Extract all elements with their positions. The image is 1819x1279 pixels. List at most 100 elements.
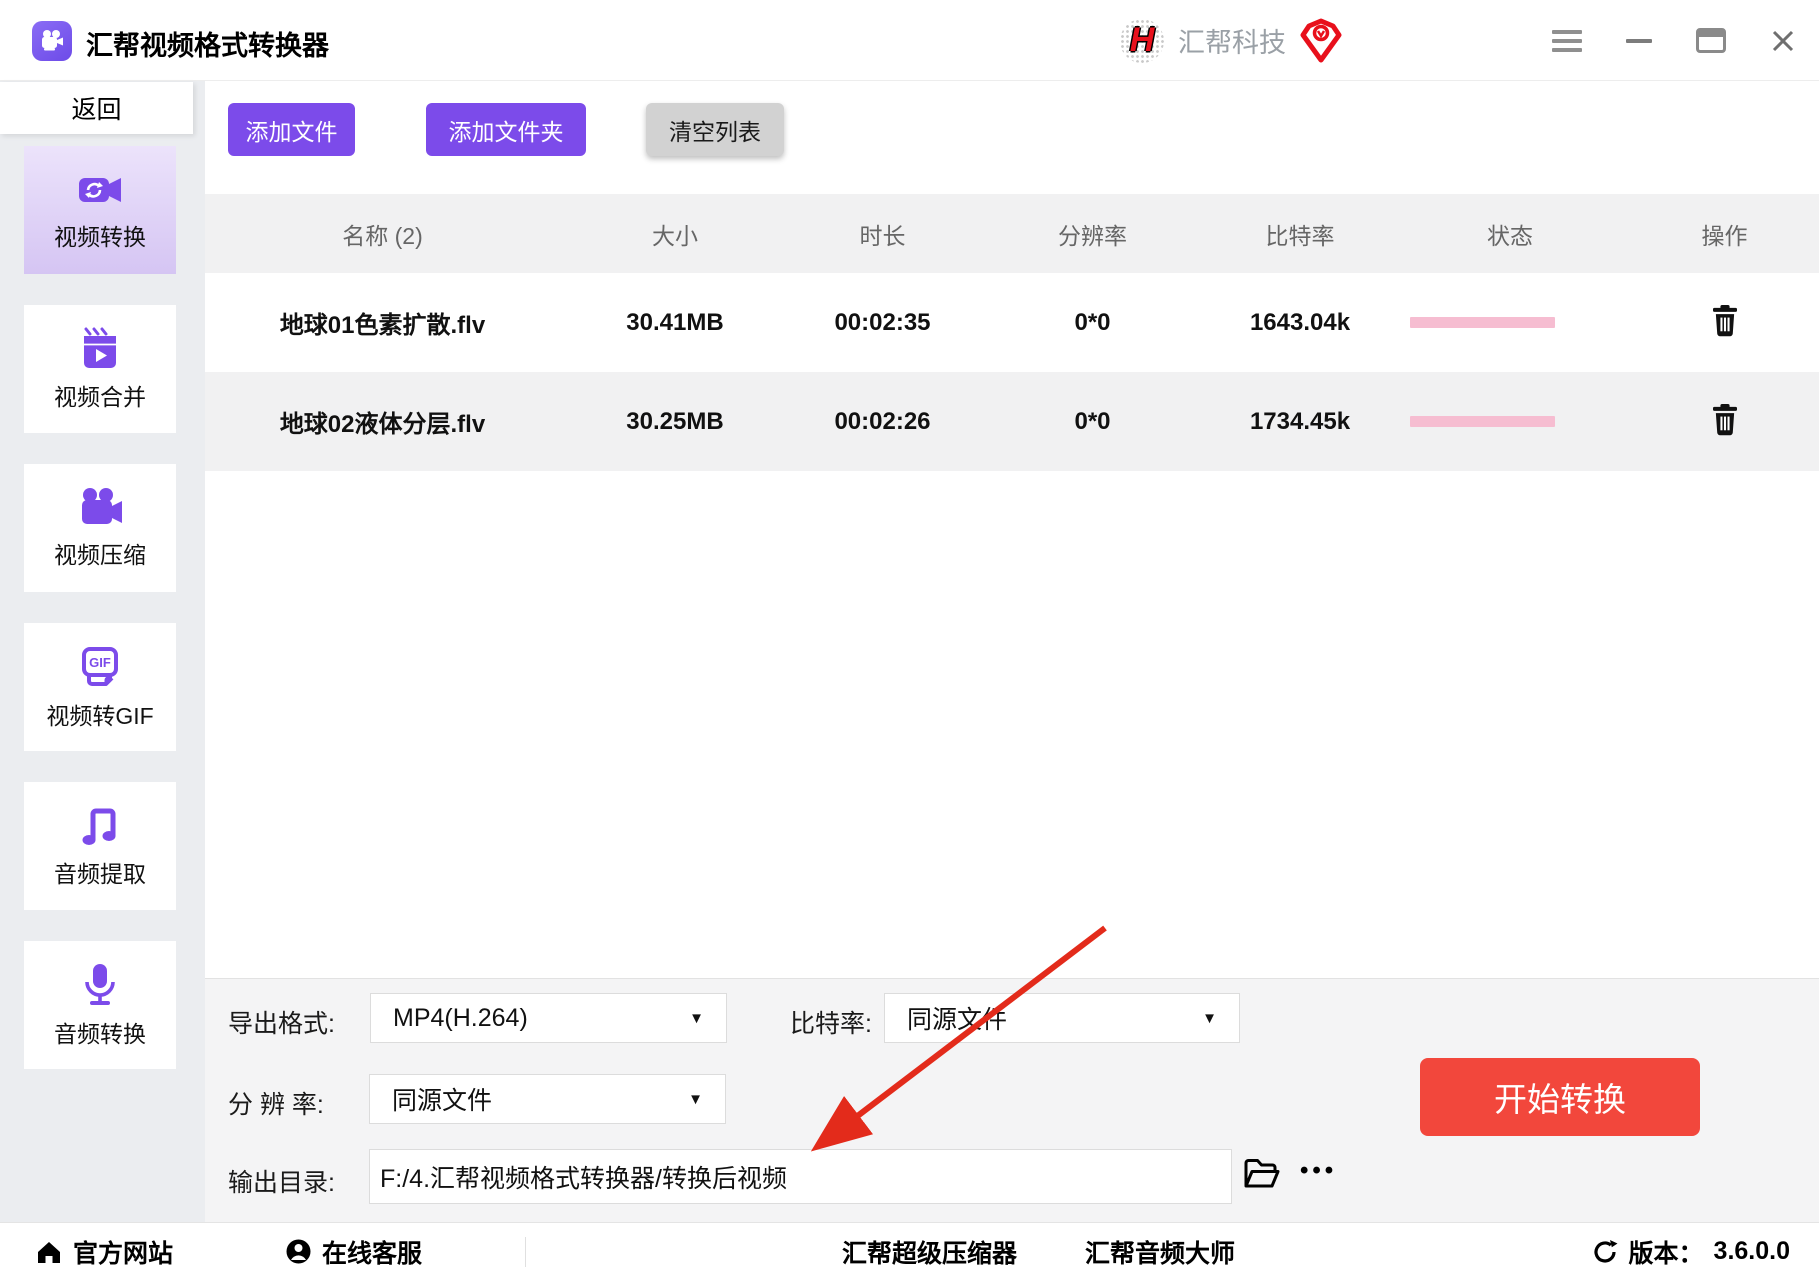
add-folder-button[interactable]: 添加文件夹 (426, 103, 586, 156)
maximize-icon (1696, 28, 1726, 53)
delete-file-button[interactable] (1707, 301, 1743, 344)
sidebar-item-video-compress[interactable]: 视频压缩 (24, 464, 176, 592)
sidebar-item-label: 音频转换 (54, 1020, 146, 1047)
status-cell (1390, 416, 1630, 427)
app-window: 汇帮视频格式转换器 H 汇帮科技 返回 视频转换 视频合并 视频压缩 GIF 视… (0, 0, 1819, 1279)
action-cell (1630, 400, 1819, 443)
brand-area: H 汇帮科技 (1120, 0, 1342, 81)
settings-panel: 导出格式: MP4(H.264) ▼ 比特率: 同源文件 ▼ 分 辨 率: 同源… (205, 978, 1819, 1222)
video-compress-icon (82, 487, 122, 524)
export-format-label: 导出格式: (228, 1010, 335, 1038)
delete-file-button[interactable] (1707, 400, 1743, 443)
home-icon (38, 1241, 60, 1263)
audio-extract-icon (82, 808, 116, 845)
trash-icon (1712, 404, 1737, 436)
sidebar-item-label: 视频合并 (54, 383, 146, 410)
sidebar-item-label: 视频压缩 (54, 541, 146, 568)
bitrate-label: 比特率: (790, 1010, 872, 1038)
toolbar: 添加文件 添加文件夹 清空列表 (205, 103, 784, 156)
column-header-status: 状态 (1487, 222, 1533, 249)
browse-folder-button[interactable] (1243, 1157, 1281, 1194)
audio-master-link[interactable]: 汇帮音频大师 (1085, 1223, 1235, 1279)
bitrate-value: 同源文件 (907, 1006, 1008, 1034)
column-header-bitrate: 比特率 (1265, 222, 1335, 249)
sidebar-item-audio-extract[interactable]: 音频提取 (24, 782, 176, 910)
menu-button[interactable] (1531, 0, 1603, 81)
maximize-button[interactable] (1675, 0, 1747, 81)
close-icon (1772, 30, 1794, 51)
output-dir-field[interactable]: F:/4.汇帮视频格式转换器/转换后视频 (369, 1149, 1232, 1204)
file-name: 地球02液体分层.flv (279, 411, 486, 438)
person-icon (286, 1239, 311, 1264)
start-convert-button[interactable]: 开始转换 (1420, 1058, 1700, 1136)
sidebar: 返回 视频转换 视频合并 视频压缩 GIF 视频转GIF 音频提取 音频转换 (0, 81, 205, 1279)
sidebar-item-video-convert[interactable]: 视频转换 (24, 146, 176, 274)
audio-master-label: 汇帮音频大师 (1085, 1239, 1236, 1268)
footer-bar: 官方网站 在线客服 汇帮超级压缩器 汇帮音频大师 版本： 3.6.0.0 (0, 1222, 1819, 1279)
video-merge-icon (84, 327, 116, 368)
vip-badge-icon (1300, 18, 1342, 62)
file-resolution: 0*0 (1074, 407, 1111, 435)
main-content: 添加文件 添加文件夹 清空列表 名称 (2) 大小 时长 分辨率 比特率 状态 … (205, 81, 1819, 1222)
file-duration: 00:02:26 (834, 407, 931, 435)
super-compressor-link[interactable]: 汇帮超级压缩器 (842, 1223, 1017, 1279)
audio-convert-icon (85, 963, 115, 1005)
back-button[interactable]: 返回 (0, 82, 193, 134)
trash-icon (1712, 305, 1737, 337)
resolution-label: 分 辨 率: (228, 1091, 324, 1119)
minimize-icon (1626, 38, 1652, 43)
progress-bar (1410, 317, 1555, 328)
open-folder-icon (1244, 1159, 1280, 1188)
refresh-icon (1593, 1239, 1618, 1263)
clear-list-button[interactable]: 清空列表 (646, 103, 784, 156)
column-header-resolution: 分辨率 (1058, 222, 1127, 249)
column-header-name: 名称 (2) (342, 222, 423, 249)
status-cell (1390, 317, 1630, 328)
table-row: 地球01色素扩散.flv 30.41MB 00:02:35 0*0 1643.0… (205, 273, 1819, 372)
chevron-down-icon: ▼ (689, 1009, 704, 1027)
close-button[interactable] (1747, 0, 1819, 81)
hamburger-icon (1552, 25, 1582, 57)
file-bitrate: 1734.45k (1249, 407, 1351, 435)
svg-text:GIF: GIF (89, 655, 111, 670)
file-bitrate: 1643.04k (1249, 308, 1351, 336)
export-format-value: MP4(H.264) (393, 1003, 528, 1032)
table-row: 地球02液体分层.flv 30.25MB 00:02:26 0*0 1734.4… (205, 372, 1819, 471)
column-header-size: 大小 (652, 222, 698, 249)
add-file-button[interactable]: 添加文件 (228, 103, 355, 156)
progress-bar (1410, 416, 1555, 427)
sidebar-item-label: 视频转换 (54, 223, 146, 250)
movie-camera-icon (42, 30, 63, 51)
minimize-button[interactable] (1603, 0, 1675, 81)
sidebar-item-video-merge[interactable]: 视频合并 (24, 305, 176, 433)
bitrate-dropdown[interactable]: 同源文件 ▼ (884, 993, 1240, 1043)
action-cell (1630, 301, 1819, 344)
resolution-dropdown[interactable]: 同源文件 ▼ (369, 1074, 726, 1124)
sidebar-item-video-to-gif[interactable]: GIF 视频转GIF (24, 623, 176, 751)
video-to-gif-icon: GIF (82, 646, 118, 686)
chevron-down-icon: ▼ (688, 1090, 703, 1108)
online-support-link[interactable]: 在线客服 (285, 1223, 422, 1279)
file-duration: 00:02:35 (834, 308, 931, 336)
sidebar-item-label: 视频转GIF (46, 702, 154, 729)
version-info: 版本： 3.6.0.0 (1591, 1223, 1790, 1279)
more-options-button[interactable]: ••• (1300, 1157, 1337, 1185)
sidebar-item-audio-convert[interactable]: 音频转换 (24, 941, 176, 1069)
app-title: 汇帮视频格式转换器 (86, 31, 329, 61)
file-size: 30.41MB (626, 308, 724, 336)
file-size: 30.25MB (626, 407, 724, 435)
version-label: 版本： (1628, 1239, 1704, 1268)
column-header-duration: 时长 (859, 222, 906, 249)
brand-name: 汇帮科技 (1178, 28, 1286, 58)
table-header: 名称 (2) 大小 时长 分辨率 比特率 状态 操作 (205, 194, 1819, 273)
sidebar-item-label: 音频提取 (54, 860, 146, 887)
column-header-action: 操作 (1701, 222, 1748, 249)
version-value: 3.6.0.0 (1713, 1237, 1790, 1265)
official-site-link[interactable]: 官方网站 (35, 1223, 173, 1279)
sidebar-items: 视频转换 视频合并 视频压缩 GIF 视频转GIF 音频提取 音频转换 (0, 134, 205, 1069)
video-convert-icon (79, 177, 121, 202)
file-resolution: 0*0 (1074, 308, 1111, 336)
brand-h-logo-icon: H (1120, 18, 1164, 63)
chevron-down-icon: ▼ (1202, 1009, 1217, 1027)
export-format-dropdown[interactable]: MP4(H.264) ▼ (370, 993, 727, 1043)
